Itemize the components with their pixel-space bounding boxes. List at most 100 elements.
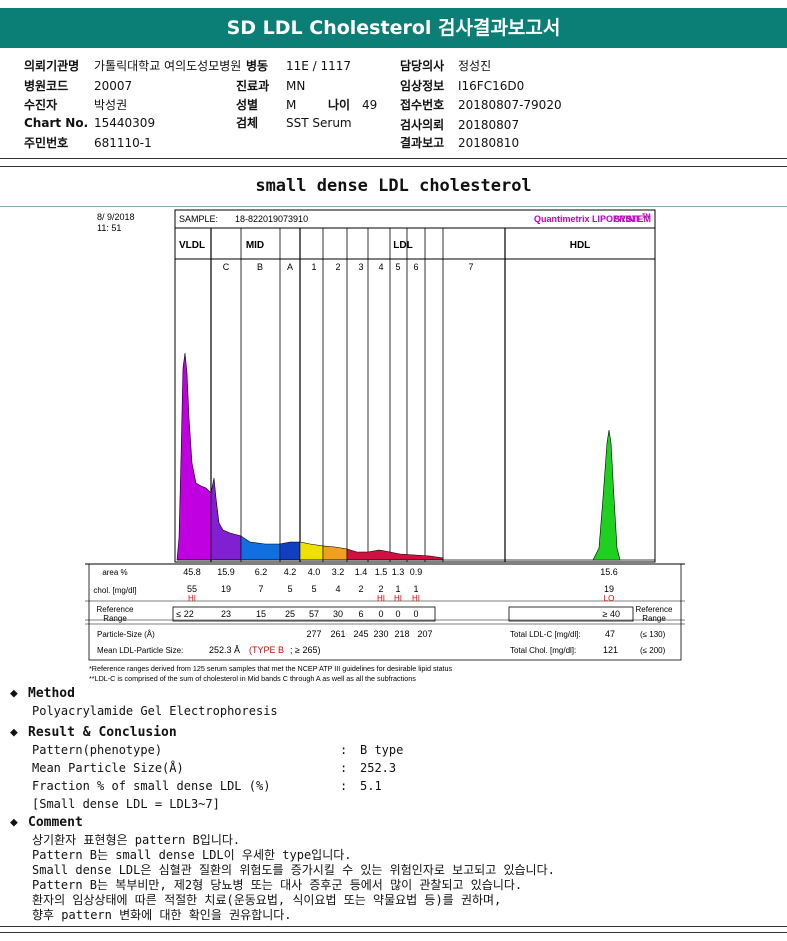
chol-value: 5	[287, 584, 292, 594]
info-value: I16FC16D0	[458, 79, 525, 93]
ref-value: 30	[333, 609, 343, 619]
info-field: 임상정보 I16FC16D0	[400, 77, 524, 94]
time-text: 11: 51	[97, 223, 121, 233]
result-label: Fraction % of small dense LDL (%)	[32, 779, 271, 793]
diamond-icon: ◆	[10, 686, 18, 701]
band-label: A	[287, 262, 293, 272]
ldl-small-peaks	[346, 548, 444, 561]
info-field: 진료과 MN	[236, 77, 305, 94]
group-label-ldl: LDL	[393, 240, 412, 251]
info-field: 병원코드 20007	[24, 77, 132, 94]
info-label: 검체	[236, 116, 259, 130]
band-label: C	[223, 262, 230, 272]
subtitle: small dense LDL cholesterol	[255, 176, 532, 196]
ref-value: 15	[256, 609, 266, 619]
info-label: Chart No.	[24, 116, 89, 130]
band-label: 4	[378, 262, 383, 272]
footnote-2: **LDL-C is comprised of the sum of chole…	[89, 674, 416, 683]
hdl-area-value: 15.6	[600, 567, 618, 577]
info-value: 박성권	[94, 98, 128, 112]
info-value: SST Serum	[286, 116, 352, 130]
info-value: 20180807-79020	[458, 98, 562, 112]
ref-value: 23	[221, 609, 231, 619]
chol-value: 2	[378, 584, 383, 594]
date-text: 8/ 9/2018	[97, 212, 135, 222]
ref-value: 25	[285, 609, 295, 619]
info-label: 나이	[328, 98, 351, 112]
chol-value: 1	[395, 584, 400, 594]
divider	[0, 166, 787, 167]
mean-type: (TYPE B	[249, 645, 284, 655]
info-value: 20180810	[458, 136, 520, 150]
total-chol-label: Total Chol. [mg/dl]:	[510, 646, 576, 655]
band-label: 1	[311, 262, 316, 272]
band-label: 6	[413, 262, 418, 272]
info-value: 11E / 1117	[286, 59, 352, 73]
area-value: 1.4	[355, 567, 368, 577]
sample-value: 18-822019073910	[235, 214, 308, 224]
row-label-mean: Mean LDL-Particle Size:	[97, 646, 183, 655]
vldl-peak	[176, 352, 212, 561]
info-value: 681110-1	[94, 136, 152, 150]
result-colon: :	[340, 761, 348, 775]
hdl-chol-flag: LO	[604, 594, 615, 603]
chol-value: 19	[221, 584, 231, 594]
row-label-ref-right: Range	[642, 614, 666, 623]
mean-value: 252.3 Å	[209, 645, 240, 655]
mid-c-peak	[210, 477, 242, 561]
chol-flag: HI	[412, 594, 420, 603]
info-field: Chart No. 15440309	[24, 116, 155, 130]
chol-flag: HI	[188, 594, 196, 603]
info-field: 수진자 박성권	[24, 96, 127, 113]
mid-b-peak	[240, 535, 281, 561]
info-label: 병동	[246, 59, 269, 73]
particle-size-value: 230	[373, 629, 388, 639]
result-value: B type	[360, 743, 404, 757]
total-ldl-value: 47	[605, 629, 615, 639]
group-label-mid: MID	[246, 240, 264, 251]
mean-suffix: ; ≥ 265)	[290, 645, 320, 655]
ldl1-peak	[299, 541, 324, 561]
info-field: 주민번호 681110-1	[24, 134, 152, 151]
ref-value: 0	[378, 609, 383, 619]
area-value: 1.5	[375, 567, 388, 577]
info-value: 49	[362, 98, 378, 112]
row-label-chol: chol. [mg/dl]	[93, 586, 136, 595]
area-value: 15.9	[217, 567, 235, 577]
band-label: B	[257, 262, 263, 272]
band-label: 7	[468, 262, 473, 272]
particle-size-value: 261	[330, 629, 345, 639]
total-chol-ref: (≤ 200)	[640, 646, 666, 655]
result-label: Pattern(phenotype)	[32, 743, 163, 757]
chol-value: 1	[413, 584, 418, 594]
info-value: 20180807	[458, 118, 520, 132]
info-label: 의뢰기관명	[24, 59, 80, 73]
particle-size-value: 207	[417, 629, 432, 639]
info-value: 15440309	[94, 116, 156, 130]
result-note: [Small dense LDL = LDL3~7]	[32, 797, 220, 811]
hdl-peak	[592, 429, 621, 561]
info-value: 20007	[94, 79, 133, 93]
group-label-hdl: HDL	[570, 240, 591, 251]
band-label: 3	[358, 262, 363, 272]
mid-a-peak	[279, 541, 301, 561]
divider	[0, 926, 787, 927]
total-chol-value: 121	[603, 645, 618, 655]
info-label: 진료과	[236, 79, 270, 93]
report-page: SD LDL Cholesterol 검사결과보고서 의뢰기관명 가톨릭대학교 여…	[0, 0, 787, 941]
info-value: 정성진	[458, 59, 492, 73]
row-label-ref-right: Reference	[636, 605, 673, 614]
area-value: 1.3	[392, 567, 405, 577]
row-label-particle: Particle-Size (Å)	[97, 630, 155, 639]
particle-size-value: 218	[394, 629, 409, 639]
result-section: ◆ Result & Conclusion	[10, 725, 177, 740]
chol-value: 4	[335, 584, 340, 594]
footnote-1: *Reference ranges derived from 125 serum…	[89, 664, 453, 673]
row-label-area: area %	[102, 568, 127, 577]
band-label: 2	[335, 262, 340, 272]
divider	[0, 158, 787, 159]
hdl-ref-value: ≥ 40	[603, 609, 620, 619]
info-label: 병원코드	[24, 79, 69, 93]
diamond-icon: ◆	[10, 725, 18, 740]
area-value: 6.2	[255, 567, 268, 577]
